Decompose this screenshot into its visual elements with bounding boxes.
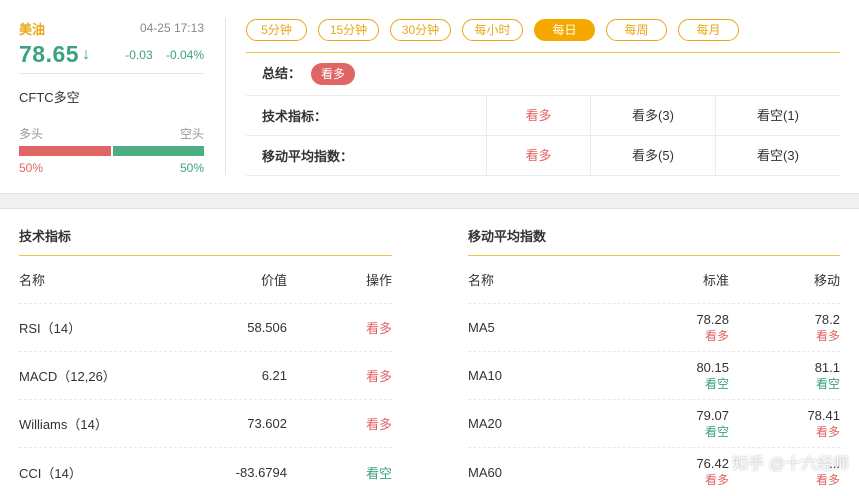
vertical-divider <box>225 18 226 175</box>
tab-15min[interactable]: 15分钟 <box>318 19 379 41</box>
quote-time: 04-25 17:13 <box>139 21 204 35</box>
table-row: MA10 80.15 看空 81.1 看空 <box>468 352 840 400</box>
ma-std-signal: 看多 <box>704 328 729 343</box>
ma-mov-value: 78.41 <box>807 407 840 423</box>
table-row: Williams（14） 73.602 看多 <box>19 400 392 448</box>
long-bar-fill <box>19 146 111 156</box>
summary-ma-row: 移动平均指数： 看多 看多(5) 看空(3) <box>246 136 840 176</box>
tab-weekly[interactable]: 每周 <box>606 19 667 41</box>
indicator-name: MACD（12,26） <box>19 369 116 384</box>
ma-std-signal: 看多 <box>704 473 729 487</box>
long-label: 多头 <box>19 127 44 141</box>
indicator-value: -83.6794 <box>235 464 287 480</box>
tech-header-name: 名称 <box>19 273 46 288</box>
short-pct: 50% <box>179 161 204 175</box>
tab-daily[interactable]: 每日 <box>534 19 595 41</box>
long-short-bar <box>19 146 204 156</box>
indicator-value: 6.21 <box>261 368 287 383</box>
quote-box: 美油 04-25 17:13 78.65 ↓ -0.03 -0.04% CFTC… <box>19 18 204 175</box>
ma-header-standard: 标准 <box>702 273 729 288</box>
ma-header-name: 名称 <box>468 273 495 288</box>
summary-tech-row: 技术指标： 看多 看多(3) 看空(1) <box>246 96 840 136</box>
price-change-pct: -0.04% <box>165 47 204 62</box>
indicator-action: 看空 <box>365 465 392 481</box>
table-row: RSI（14） 58.506 看多 <box>19 304 392 352</box>
ma-table-title: 移动平均指数 <box>468 220 840 256</box>
ma-name: MA60 <box>468 464 502 480</box>
tech-header-value: 价值 <box>260 273 287 288</box>
ma-std-value: 78.28 <box>696 311 729 327</box>
indicator-action: 看多 <box>365 321 392 336</box>
down-arrow-icon: ↓ <box>82 45 91 63</box>
long-pct: 50% <box>19 161 44 175</box>
tech-header-row: 名称 价值 操作 <box>19 256 392 304</box>
ma-name: MA20 <box>468 416 502 431</box>
ma-name: MA5 <box>468 320 495 335</box>
summary-ma-label: 移动平均指数： <box>262 149 354 164</box>
summary-tech-label: 技术指标： <box>262 109 328 124</box>
table-row: MACD（12,26） 6.21 看多 <box>19 352 392 400</box>
technical-indicators-table: 技术指标 名称 价值 操作 RSI（14） 58.506 看多 MACD（12,… <box>19 220 392 496</box>
price-change: -0.03 <box>125 47 153 62</box>
ma-std-value: 76.42 <box>696 456 729 471</box>
summary-verdict-badge: 看多 <box>311 63 356 85</box>
last-price: 78.65 <box>19 41 80 67</box>
summary-label: 总结： <box>262 66 302 81</box>
indicator-value: 73.602 <box>247 416 287 431</box>
ma-std-signal: 看空 <box>704 424 729 439</box>
summary-ma-bull: 看多(5) <box>590 136 715 175</box>
summary-table: 总结： 看多 技术指标： 看多 看多(3) 看空(1) 移动平均指数： 看多 看多… <box>246 52 840 176</box>
ma-mov-signal: 看多 <box>815 473 840 487</box>
table-row: MA5 78.28 看多 78.2 看多 <box>468 304 840 352</box>
summary-tech-signal: 看多 <box>486 96 590 135</box>
ma-mov-value: 81.1 <box>814 359 840 375</box>
overview-panel: 美油 04-25 17:13 78.65 ↓ -0.03 -0.04% CFTC… <box>0 0 859 194</box>
tab-hourly[interactable]: 每小时 <box>462 19 523 41</box>
tech-table-title: 技术指标 <box>19 220 392 256</box>
summary-tech-bear: 看空(1) <box>715 96 840 135</box>
ma-mov-signal: 看空 <box>815 376 840 391</box>
summary-row: 总结： 看多 <box>246 53 840 96</box>
indicator-name: RSI（14） <box>19 321 82 336</box>
summary-ma-signal: 看多 <box>486 136 590 175</box>
summary-tech-bull: 看多(3) <box>590 96 715 135</box>
cftc-label: CFTC多空 <box>19 90 80 105</box>
indicator-name: CCI（14） <box>19 465 82 481</box>
watermark: 知乎 @十六经师 <box>732 456 849 473</box>
ma-header-row: 名称 标准 移动 <box>468 256 840 304</box>
ma-mov-signal: 看多 <box>815 328 840 343</box>
ma-std-value: 80.15 <box>696 359 729 375</box>
ma-std-value: 79.07 <box>696 407 729 423</box>
tech-header-action: 操作 <box>365 273 392 288</box>
table-row: MA20 79.07 看空 78.41 看多 <box>468 400 840 448</box>
tab-30min[interactable]: 30分钟 <box>390 19 451 41</box>
indicator-action: 看多 <box>365 369 392 384</box>
ma-name: MA10 <box>468 368 502 383</box>
indicator-value: 58.506 <box>247 320 287 335</box>
table-row: CCI（14） -83.6794 看空 <box>19 448 392 496</box>
ma-mov-signal: 看多 <box>815 424 840 439</box>
short-label: 空头 <box>179 127 204 141</box>
ma-mov-value: 78.2 <box>814 311 840 327</box>
short-bar-fill <box>112 146 204 156</box>
timeframe-tabs: 5分钟 15分钟 30分钟 每小时 每日 每周 每月 <box>246 19 750 41</box>
indicator-name: Williams（14） <box>19 417 108 432</box>
ma-header-moving: 移动 <box>813 273 840 288</box>
summary-ma-bear: 看空(3) <box>715 136 840 175</box>
ma-std-signal: 看空 <box>704 376 729 391</box>
tab-5min[interactable]: 5分钟 <box>246 19 307 41</box>
instrument-name[interactable]: 美油 <box>19 19 45 38</box>
indicator-action: 看多 <box>365 417 392 432</box>
tab-monthly[interactable]: 每月 <box>678 19 739 41</box>
